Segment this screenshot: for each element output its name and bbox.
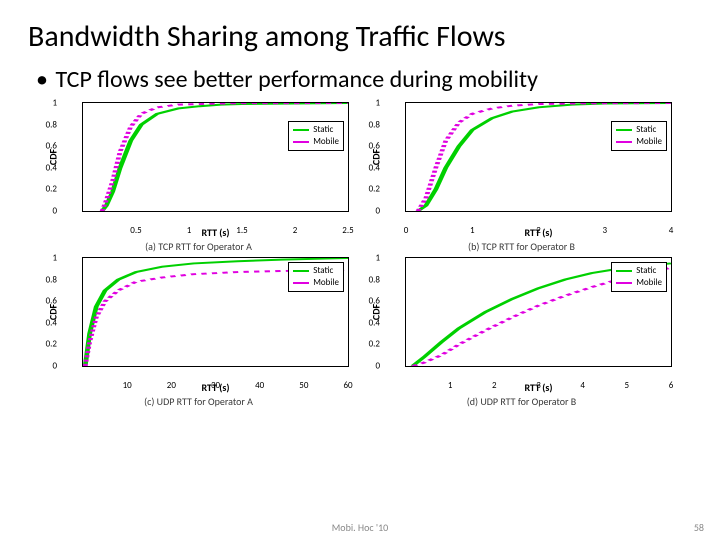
legend-static: Static: [313, 124, 333, 136]
x-tick: 6: [669, 380, 674, 391]
legend-d: Static Mobile: [611, 262, 667, 292]
chart-plot-a: [83, 103, 348, 211]
legend-a: Static Mobile: [288, 121, 344, 151]
x-tick: 30: [211, 380, 220, 391]
caption-a: (a) TCP RTT for Operator A: [42, 240, 355, 253]
y-tick: 0.2: [356, 339, 380, 350]
y-tick: 0.2: [356, 184, 380, 195]
legend-b: Static Mobile: [611, 121, 667, 151]
x-tick: 1: [448, 380, 453, 391]
caption-d: (d) UDP RTT for Operator B: [365, 395, 678, 408]
y-tick: 0: [33, 206, 57, 217]
chart-panel-d: Static Mobile CDF RTT (s) 00.20.40.60.81…: [365, 257, 678, 408]
legend-mobile: Mobile: [313, 277, 339, 289]
chart-panel-a: Static Mobile CDF RTT (s) 00.20.40.60.81…: [42, 102, 355, 253]
y-tick: 0.4: [33, 317, 57, 328]
chart-panel-c: Static Mobile CDF RTT (s) 00.20.40.60.81…: [42, 257, 355, 408]
slide-title: Bandwidth Sharing among Traffic Flows: [0, 0, 720, 65]
x-tick: 3: [536, 380, 541, 391]
x-tick: 50: [299, 380, 308, 391]
legend-c: Static Mobile: [288, 262, 344, 292]
y-tick: 0.2: [33, 339, 57, 350]
x-tick: 20: [167, 380, 176, 391]
legend-mobile: Mobile: [313, 136, 339, 148]
y-tick: 0.4: [356, 317, 380, 328]
y-tick: 0.6: [33, 296, 57, 307]
y-tick: 1: [33, 98, 57, 109]
x-tick: 2: [492, 380, 497, 391]
x-tick: 1.5: [236, 225, 247, 236]
x-tick: 10: [123, 380, 132, 391]
bullet-text: TCP flows see better performance during …: [55, 65, 538, 94]
x-tick: 5: [625, 380, 630, 391]
x-tick: 1: [470, 225, 475, 236]
legend-static: Static: [636, 124, 656, 136]
x-tick: 0.5: [130, 225, 141, 236]
y-tick: 0.2: [33, 184, 57, 195]
y-tick: 0: [356, 361, 380, 372]
y-tick: 0.8: [356, 119, 380, 130]
x-tick: 60: [343, 380, 352, 391]
chart-panel-b: Static Mobile CDF RTT (s) 00.20.40.60.81…: [365, 102, 678, 253]
x-tick: 40: [255, 380, 264, 391]
y-tick: 1: [356, 98, 380, 109]
y-tick: 0.6: [33, 141, 57, 152]
y-tick: 0.6: [356, 141, 380, 152]
bullet-dot-icon: •: [36, 65, 50, 94]
x-tick: 4: [580, 380, 585, 391]
x-tick: 0: [404, 225, 409, 236]
x-tick: 4: [669, 225, 674, 236]
caption-b: (b) TCP RTT for Operator B: [365, 240, 678, 253]
legend-static: Static: [636, 265, 656, 277]
y-tick: 0: [356, 206, 380, 217]
x-tick: 2: [293, 225, 298, 236]
y-tick: 0.4: [33, 162, 57, 173]
y-tick: 0.8: [356, 274, 380, 285]
y-tick: 1: [356, 253, 380, 264]
charts-grid: Static Mobile CDF RTT (s) 00.20.40.60.81…: [0, 102, 720, 408]
bullet-item: • TCP flows see better performance durin…: [0, 65, 720, 102]
y-tick: 0.8: [33, 119, 57, 130]
y-tick: 1: [33, 253, 57, 264]
footer-center: Mobi. Hoc '10: [332, 521, 389, 534]
legend-mobile: Mobile: [636, 136, 662, 148]
x-tick: 3: [602, 225, 607, 236]
legend-mobile: Mobile: [636, 277, 662, 289]
caption-c: (c) UDP RTT for Operator A: [42, 395, 355, 408]
y-tick: 0.4: [356, 162, 380, 173]
y-tick: 0.6: [356, 296, 380, 307]
y-tick: 0.8: [33, 274, 57, 285]
x-tick: 1: [187, 225, 192, 236]
x-tick: 2.5: [342, 225, 353, 236]
page-number: 58: [694, 521, 704, 534]
xlabel-a: RTT (s): [201, 226, 229, 239]
chart-plot-b: [406, 103, 671, 211]
x-tick: 2: [536, 225, 541, 236]
y-tick: 0: [33, 361, 57, 372]
legend-static: Static: [313, 265, 333, 277]
